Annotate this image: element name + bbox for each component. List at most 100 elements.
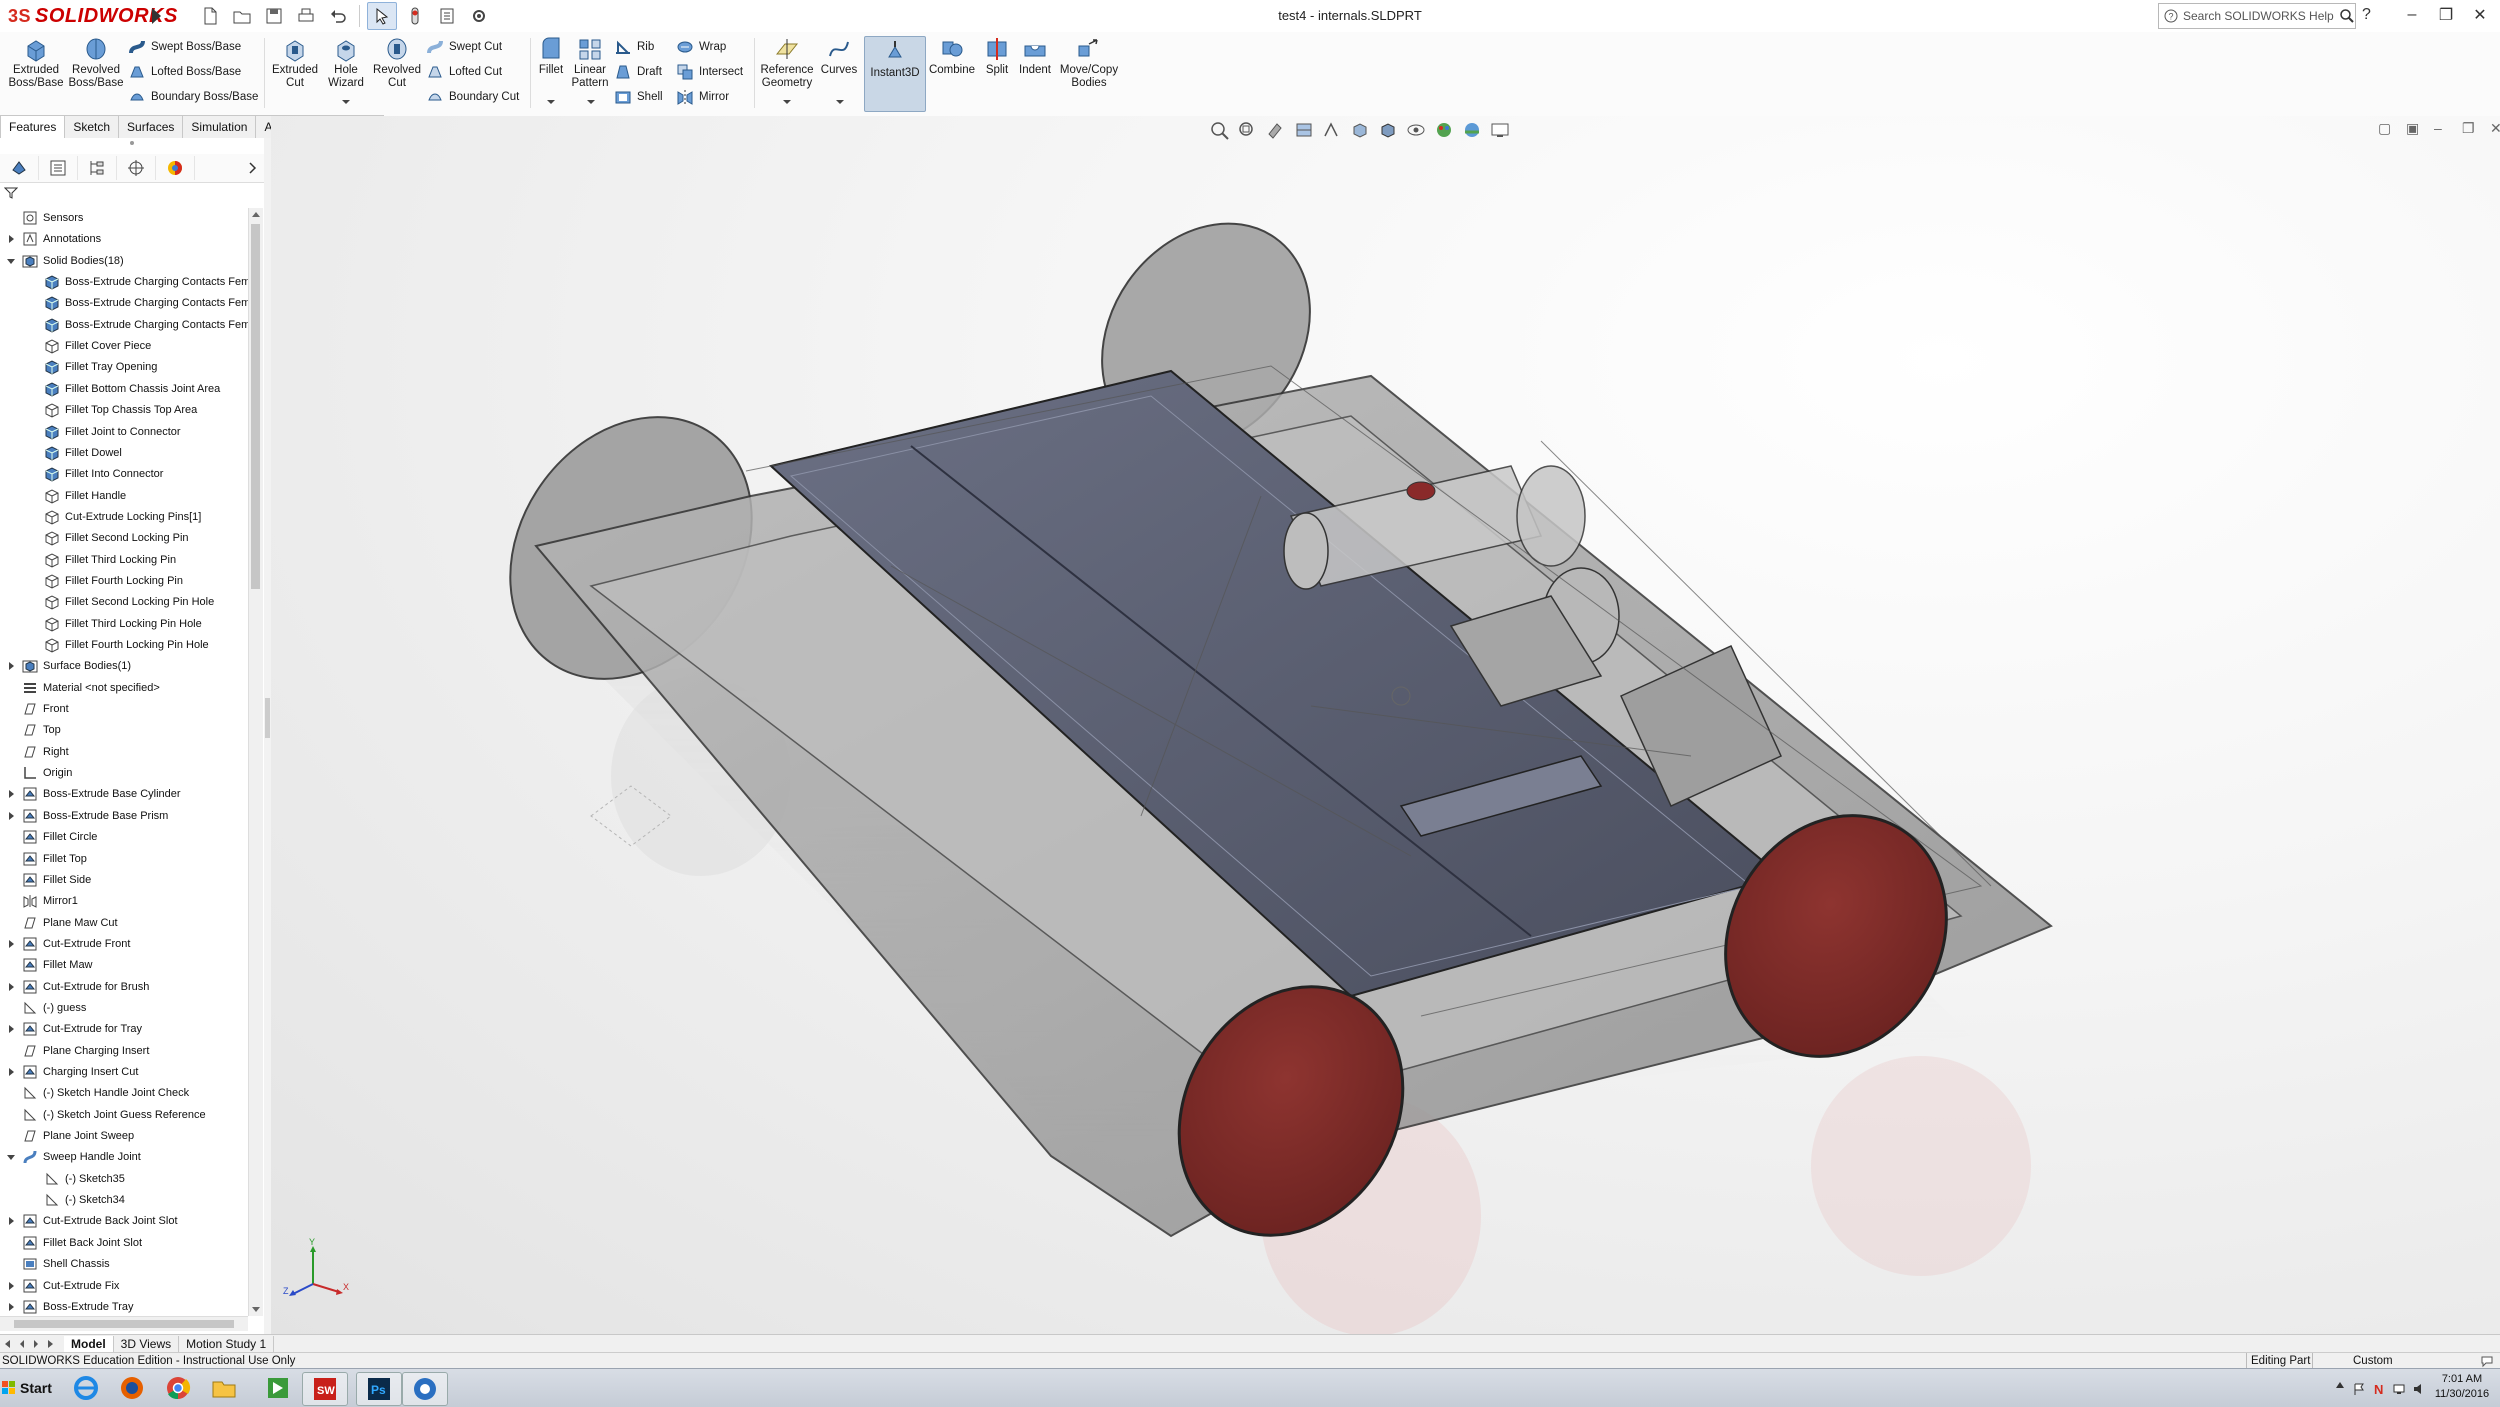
green-app-icon[interactable] [256, 1372, 300, 1404]
zoom-to-area-icon[interactable] [1237, 120, 1259, 140]
tree-expand-arrow-icon[interactable] [6, 234, 16, 244]
network-tray-icon[interactable] [2392, 1382, 2406, 1396]
hole-wizard-dropdown-icon[interactable] [342, 100, 350, 104]
select-icon[interactable] [367, 2, 397, 30]
view-orientation-icon[interactable] [1349, 120, 1371, 140]
clock-date[interactable]: 11/30/2016 [2432, 1388, 2492, 1400]
tab-last-icon[interactable] [44, 1338, 56, 1350]
scroll-down-arrow-icon[interactable] [252, 1307, 260, 1312]
tree-item[interactable]: Fillet Top Chassis Top Area [44, 400, 197, 420]
tree-expand-arrow-icon[interactable] [6, 982, 16, 992]
draft-button[interactable]: Draft [614, 63, 662, 81]
splitter-grip[interactable] [265, 698, 270, 738]
curves-button[interactable]: Curves [818, 36, 860, 77]
new-icon[interactable] [196, 3, 224, 29]
tree-item[interactable]: (-) Sketch34 [44, 1190, 125, 1210]
search-icon[interactable] [2339, 8, 2355, 24]
reference-geometry-dropdown-icon[interactable] [783, 100, 791, 104]
file-properties-icon[interactable] [433, 3, 461, 29]
tree-item[interactable]: Right [22, 742, 69, 762]
tree-item[interactable]: Fillet Second Locking Pin Hole [44, 592, 214, 612]
tab-surfaces[interactable]: Surfaces [118, 115, 184, 138]
tree-item[interactable]: Annotations [9, 229, 101, 249]
move-copy-bodies-button[interactable]: Move/Copy Bodies [1058, 36, 1120, 90]
tree-collapse-arrow-icon[interactable] [6, 1152, 16, 1162]
tree-item[interactable]: Plane Joint Sweep [22, 1126, 134, 1146]
tree-item[interactable]: Fillet Third Locking Pin [44, 550, 176, 570]
linear-pattern-button[interactable]: Linear Pattern [570, 36, 610, 90]
filter-icon[interactable] [4, 186, 18, 200]
tree-item[interactable]: Cut-Extrude Locking Pins[1] [44, 507, 201, 527]
tree-item[interactable]: Fillet Second Locking Pin [44, 528, 189, 548]
tree-item[interactable]: Cut-Extrude for Tray [9, 1019, 142, 1039]
section-view-icon[interactable] [1293, 120, 1315, 140]
menu-expand-arrow-icon[interactable] [152, 8, 161, 24]
swept-cut-button[interactable]: Swept Cut [426, 38, 502, 56]
file-explorer-icon[interactable] [202, 1372, 246, 1404]
tab-features[interactable]: Features [0, 115, 66, 139]
tree-item[interactable]: Fillet Circle [22, 827, 97, 847]
tree-item[interactable]: (-) Sketch Handle Joint Check [22, 1083, 189, 1103]
tree-item[interactable]: Fillet Dowel [44, 443, 122, 463]
revolved-boss-button[interactable]: Revolved Boss/Base [68, 36, 124, 90]
tree-item[interactable]: Fillet Fourth Locking Pin Hole [44, 635, 209, 655]
unit-system-selector[interactable]: Custom [2312, 1353, 2453, 1369]
apply-scene-icon[interactable] [1461, 120, 1483, 140]
tray-expand-icon[interactable] [2336, 1382, 2344, 1388]
bottom-tab-model[interactable]: Model [64, 1336, 114, 1352]
tree-item[interactable]: Boss-Extrude Charging Contacts Fema [44, 315, 248, 335]
tree-expand-arrow-icon[interactable] [6, 1067, 16, 1077]
tab-simulation[interactable]: Simulation [182, 115, 257, 138]
tree-item[interactable]: Boss-Extrude Charging Contacts Fema [44, 272, 248, 292]
swept-boss-button[interactable]: Swept Boss/Base [128, 38, 241, 56]
solidworks-taskbar-icon[interactable]: SW [302, 1372, 348, 1406]
close-icon[interactable]: ✕ [2468, 4, 2492, 26]
print-icon[interactable] [292, 3, 320, 29]
panel-grip-icon[interactable] [120, 140, 144, 146]
viewport-minimize-icon[interactable]: – [2434, 120, 2450, 136]
lofted-cut-button[interactable]: Lofted Cut [426, 63, 502, 81]
help-menu-button[interactable]: ? [2362, 6, 2371, 24]
tree-expand-arrow-icon[interactable] [6, 1302, 16, 1312]
tree-item[interactable]: Fillet Bottom Chassis Joint Area [44, 379, 220, 399]
3d-model[interactable] [271, 116, 2500, 1334]
instant3d-button[interactable]: Instant3D [864, 36, 926, 112]
tree-horizontal-scrollbar[interactable] [0, 1316, 248, 1331]
tree-expand-arrow-icon[interactable] [6, 1216, 16, 1226]
tree-item[interactable]: Front [22, 699, 69, 719]
tree-expand-arrow-icon[interactable] [6, 1024, 16, 1034]
tree-item[interactable]: Plane Charging Insert [22, 1041, 149, 1061]
tree-expand-arrow-icon[interactable] [6, 939, 16, 949]
tree-item[interactable]: Fillet Third Locking Pin Hole [44, 614, 202, 634]
combine-button[interactable]: Combine [928, 36, 976, 77]
tree-item[interactable]: Fillet Tray Opening [44, 357, 157, 377]
tree-item[interactable]: Fillet Back Joint Slot [22, 1233, 142, 1253]
fillet-button[interactable]: Fillet [534, 36, 568, 77]
tree-item[interactable]: Boss-Extrude Charging Contacts Fema [44, 293, 248, 313]
tab-prev-icon[interactable] [16, 1338, 28, 1350]
tree-item[interactable]: (-) Sketch Joint Guess Reference [22, 1105, 206, 1125]
tree-filter[interactable] [0, 182, 264, 206]
reference-geometry-button[interactable]: Reference Geometry [758, 36, 816, 90]
flag-tray-icon[interactable] [2352, 1382, 2366, 1396]
tree-item[interactable]: Fillet Side [22, 870, 91, 890]
scroll-thumb[interactable] [251, 224, 260, 589]
zoom-to-fit-icon[interactable] [1209, 120, 1231, 140]
tree-item[interactable]: Solid Bodies(18) [7, 251, 124, 271]
panel-splitter[interactable] [264, 138, 271, 1334]
tree-item[interactable]: Sensors [22, 208, 83, 228]
tree-collapse-arrow-icon[interactable] [6, 256, 16, 266]
tree-item[interactable]: (-) Sketch35 [44, 1169, 125, 1189]
tree-item[interactable]: Cut-Extrude Front [9, 934, 130, 954]
tree-expand-arrow-icon[interactable] [6, 789, 16, 799]
tree-item[interactable]: Cut-Extrude Fix [9, 1276, 119, 1296]
tree-item[interactable]: Boss-Extrude Base Prism [9, 806, 168, 826]
firefox-icon[interactable] [110, 1372, 154, 1404]
property-manager-tab[interactable] [39, 156, 78, 180]
edit-appearance-icon[interactable] [1433, 120, 1455, 140]
extruded-boss-button[interactable]: Extruded Boss/Base [8, 36, 64, 90]
minimize-icon[interactable]: – [2400, 4, 2424, 26]
split-button[interactable]: Split [980, 36, 1014, 77]
tree-item[interactable]: Mirror1 [22, 891, 78, 911]
viewport-tile-icon[interactable]: ▢ [2378, 120, 2394, 136]
